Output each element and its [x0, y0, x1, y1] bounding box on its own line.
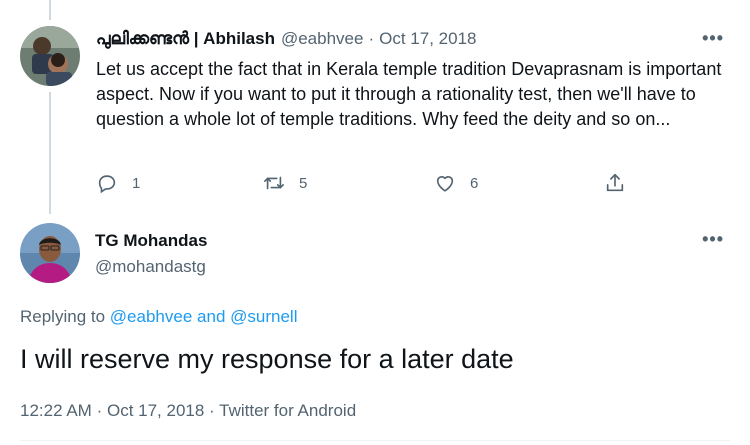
like-button[interactable]: 6	[434, 172, 478, 194]
avatar-photo-icon	[20, 26, 80, 86]
mention-and[interactable]: and	[197, 307, 225, 326]
tweet-date[interactable]: Oct 17, 2018	[379, 29, 476, 49]
share-button[interactable]	[604, 172, 626, 194]
tweet-header: പുലിക്കണ്ടൻ | Abhilash @eabhvee · Oct 17…	[96, 29, 476, 49]
reply-button[interactable]: 1	[96, 172, 140, 194]
reply-icon	[98, 175, 116, 194]
tweet-actions: 1 5 6	[96, 172, 636, 194]
avatar[interactable]	[20, 26, 80, 86]
retweet-button[interactable]: 5	[263, 172, 307, 194]
more-options-icon[interactable]: •••	[702, 28, 724, 49]
like-count: 6	[470, 174, 479, 192]
tweet-metadata: 12:22 AM · Oct 17, 2018 · Twitter for An…	[20, 401, 356, 421]
thread-connector-top	[49, 0, 51, 20]
retweet-icon	[264, 176, 284, 190]
tweet-text: Let us accept the fact that in Kerala te…	[96, 59, 722, 129]
more-options-icon[interactable]: •••	[702, 229, 724, 250]
replying-prefix: Replying to	[20, 307, 106, 326]
retweet-count: 5	[299, 174, 308, 192]
reply-count: 1	[132, 174, 141, 192]
replying-to: Replying to @eabhvee and @surnell	[20, 307, 297, 327]
mention-link[interactable]: @eabhvee	[110, 307, 193, 326]
tweet-time[interactable]: 12:22 AM	[20, 401, 92, 420]
mention-link[interactable]: @surnell	[230, 307, 297, 326]
author-handle[interactable]: @mohandastg	[95, 257, 206, 277]
tweet-text: I will reserve my response for a later d…	[20, 344, 514, 374]
tweet-date[interactable]: Oct 17, 2018	[107, 401, 204, 420]
share-icon	[606, 173, 624, 192]
avatar-photo-icon	[20, 223, 80, 283]
avatar[interactable]	[20, 223, 80, 283]
author-name[interactable]: TG Mohandas	[95, 231, 207, 251]
heart-icon	[436, 176, 454, 192]
separator-dot: ·	[96, 401, 103, 420]
tweet-source[interactable]: Twitter for Android	[219, 401, 356, 420]
author-name[interactable]: പുലിക്കണ്ടൻ | Abhilash	[96, 29, 275, 49]
author-handle[interactable]: @eabhvee	[281, 29, 364, 49]
thread-connector	[49, 92, 51, 214]
separator-dot: ·	[209, 401, 215, 420]
divider	[20, 440, 730, 441]
separator-dot: ·	[368, 29, 375, 48]
